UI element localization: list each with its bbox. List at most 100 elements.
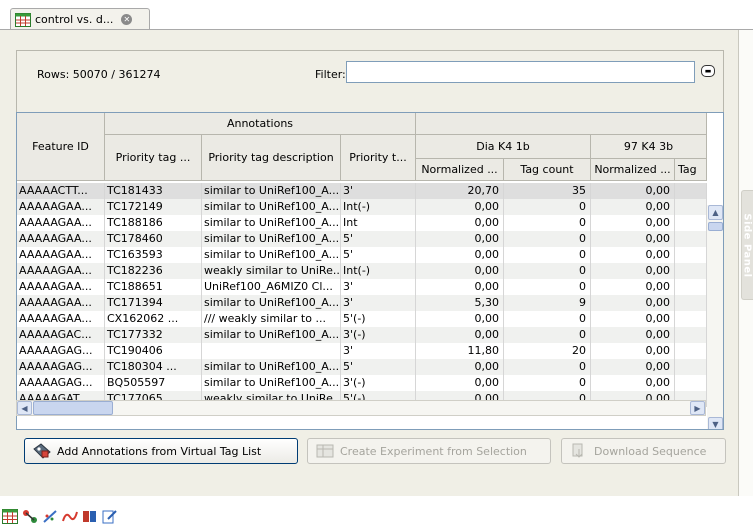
chevron-left-icon: ◀: [21, 403, 28, 413]
cell-priority-tag: TC181433: [105, 183, 202, 199]
data-table: Feature ID Annotations Priority tag ... …: [16, 112, 724, 430]
table-row[interactable]: AAAAAGAA... TC188186 similar to UniRef100_…: [17, 215, 707, 231]
cell-priority-tag-description: similar to UniRef100_A...: [204, 247, 341, 263]
cell-feature-id: AAAAAGAA...: [17, 263, 105, 279]
table-icon: [316, 444, 334, 458]
cell-priority-tag-description: similar to UniRef100_A...: [204, 375, 341, 391]
filter-options-button[interactable]: ▬: [701, 65, 715, 77]
annotate-tag-icon: [33, 443, 51, 459]
tab-control-vs[interactable]: control vs. d... ✕: [10, 8, 150, 30]
scroll-right-button[interactable]: ▶: [690, 401, 705, 415]
cell-priority-t: Int(-): [341, 199, 416, 215]
cell-normalized-1: 0,00: [416, 359, 504, 375]
col-header-tag-count-1-label: Tag count: [520, 163, 574, 176]
table-row[interactable]: AAAAAGAA... TC172149 similar to UniRef100_…: [17, 199, 707, 215]
cell-tag-count-2: [675, 279, 707, 295]
cell-feature-id: AAAAAGAG...: [17, 375, 105, 391]
vertical-scroll-thumb[interactable]: [708, 222, 723, 231]
chevron-down-icon: ▼: [712, 420, 719, 429]
cell-priority-tag-description: similar to UniRef100_A...: [204, 359, 341, 375]
table-row[interactable]: AAAAAGAA... CX162062 .../// weakly simila…: [17, 311, 707, 327]
cell-priority-tag-description: weakly similar to UniRe...: [204, 263, 341, 279]
col-header-feature-id[interactable]: Feature ID: [17, 113, 105, 181]
table-row[interactable]: AAAAAGAA... TC188651 UniRef100_A6MIZ0 Cl..…: [17, 279, 707, 295]
cell-tag-count-2: [675, 311, 707, 327]
cell-priority-tag-description: similar to UniRef100_A...: [204, 199, 341, 215]
cell-tag-count-1: 0: [504, 215, 591, 231]
scatter-plot-icon[interactable]: [42, 508, 58, 524]
col-header-normalized-2[interactable]: Normalized ...: [591, 159, 675, 181]
annotation-icon[interactable]: [102, 508, 118, 524]
cell-tag-count-2: [675, 231, 707, 247]
cell-normalized-1: 5,30: [416, 295, 504, 311]
vertical-scrollbar[interactable]: ▲ ▼: [707, 205, 723, 429]
cell-priority-tag: TC171394: [105, 295, 202, 311]
table-row[interactable]: AAAAAGAA... TC163593 similar to UniRef100_…: [17, 247, 707, 263]
horizontal-scrollbar[interactable]: ◀ ▶: [16, 400, 706, 416]
table-row[interactable]: AAAAAGAA... TC171394 similar to UniRef100_…: [17, 295, 707, 311]
cell-tag-count-1: 0: [504, 311, 591, 327]
col-header-tag-count-2[interactable]: Tag: [675, 159, 707, 181]
col-header-priority-t[interactable]: Priority t...: [341, 135, 416, 181]
cell-priority-tag: BQ505597: [105, 375, 202, 391]
cell-tag-count-1: 0: [504, 375, 591, 391]
cell-tag-count-2: [675, 295, 707, 311]
side-panel-label: Side Panel: [742, 212, 753, 278]
cell-tag-count-2: [675, 247, 707, 263]
cell-normalized-1: 0,00: [416, 199, 504, 215]
scroll-left-button[interactable]: ◀: [17, 401, 32, 415]
table-row[interactable]: AAAAAGAA... TC182236 weakly similar to Uni…: [17, 263, 707, 279]
side-panel-tab[interactable]: Side Panel: [741, 190, 753, 300]
cell-feature-id: AAAAAGAA...: [17, 215, 105, 231]
cell-normalized-1: 11,80: [416, 343, 504, 359]
cell-priority-tag: TC178460: [105, 231, 202, 247]
cell-feature-id: AAAAAGAA...: [17, 279, 105, 295]
col-header-priority-tag-label: Priority tag ...: [115, 151, 191, 164]
scroll-up-button[interactable]: ▲: [708, 205, 723, 220]
cell-priority-t: 3'(-): [341, 327, 416, 343]
histogram-icon[interactable]: [62, 508, 78, 524]
cell-tag-count-1: 0: [504, 263, 591, 279]
history-icon[interactable]: [82, 508, 98, 524]
col-header-normalized-1[interactable]: Normalized ...: [416, 159, 504, 181]
create-experiment-button[interactable]: Create Experiment from Selection: [307, 438, 551, 464]
col-header-normalized-1-label: Normalized ...: [421, 163, 498, 176]
close-icon[interactable]: ✕: [121, 14, 133, 25]
col-group-annotations: Annotations: [105, 113, 416, 135]
table-row[interactable]: AAAAAGAG... TC190406 3' 11,80 20 0,00: [17, 343, 707, 359]
col-group-annotations-label: Annotations: [226, 117, 294, 130]
cell-normalized-2: 0,00: [591, 343, 675, 359]
horizontal-scroll-thumb[interactable]: [33, 401, 113, 415]
download-sequence-button[interactable]: Download Sequence: [561, 438, 726, 464]
table-view-icon[interactable]: [2, 508, 18, 524]
cell-priority-t: 5': [341, 359, 416, 375]
table-row[interactable]: AAAAAGAC... TC177332 similar to UniRef100_…: [17, 327, 707, 343]
table-row[interactable]: AAAAACTT... TC181433 similar to UniRef100_…: [17, 183, 707, 199]
graph-view-icon[interactable]: [22, 508, 38, 524]
col-header-priority-tag[interactable]: Priority tag ...: [105, 135, 202, 181]
table-row[interactable]: AAAAAGAG... BQ505597 similar to UniRef100_…: [17, 375, 707, 391]
cell-priority-t: 3': [341, 343, 416, 359]
table-row[interactable]: AAAAAGAA... TC178460 similar to UniRef100_…: [17, 231, 707, 247]
col-group-97-k4-3b-label: 97 K4 3b: [623, 140, 674, 153]
cell-normalized-2: 0,00: [591, 327, 675, 343]
col-header-feature-id-label: Feature ID: [32, 140, 89, 153]
scroll-down-button[interactable]: ▼: [708, 417, 723, 429]
tab-title: control vs. d...: [35, 13, 114, 26]
cell-priority-tag-description: similar to UniRef100_A...: [204, 215, 341, 231]
filter-input[interactable]: [346, 61, 695, 83]
main-panel: Rows: 50070 / 361274 Filter: ▬ Feature I…: [0, 30, 739, 496]
col-group-dia-k4-1b: Dia K4 1b: [416, 135, 591, 159]
cell-normalized-1: 0,00: [416, 231, 504, 247]
add-annotations-button[interactable]: Add Annotations from Virtual Tag List: [24, 438, 298, 464]
col-header-priority-tag-description[interactable]: Priority tag description: [202, 135, 341, 181]
cell-feature-id: AAAAAGAG...: [17, 359, 105, 375]
cell-priority-tag: CX162062 ...: [105, 311, 202, 327]
cell-tag-count-2: [675, 359, 707, 375]
table-row[interactable]: AAAAAGAG... TC180304 ... similar to UniRef…: [17, 359, 707, 375]
cell-tag-count-2: [675, 327, 707, 343]
cell-tag-count-1: 35: [504, 183, 591, 199]
chevron-up-icon: ▲: [712, 208, 719, 217]
cell-feature-id: AAAAAGAA...: [17, 231, 105, 247]
col-header-tag-count-1[interactable]: Tag count: [504, 159, 591, 181]
